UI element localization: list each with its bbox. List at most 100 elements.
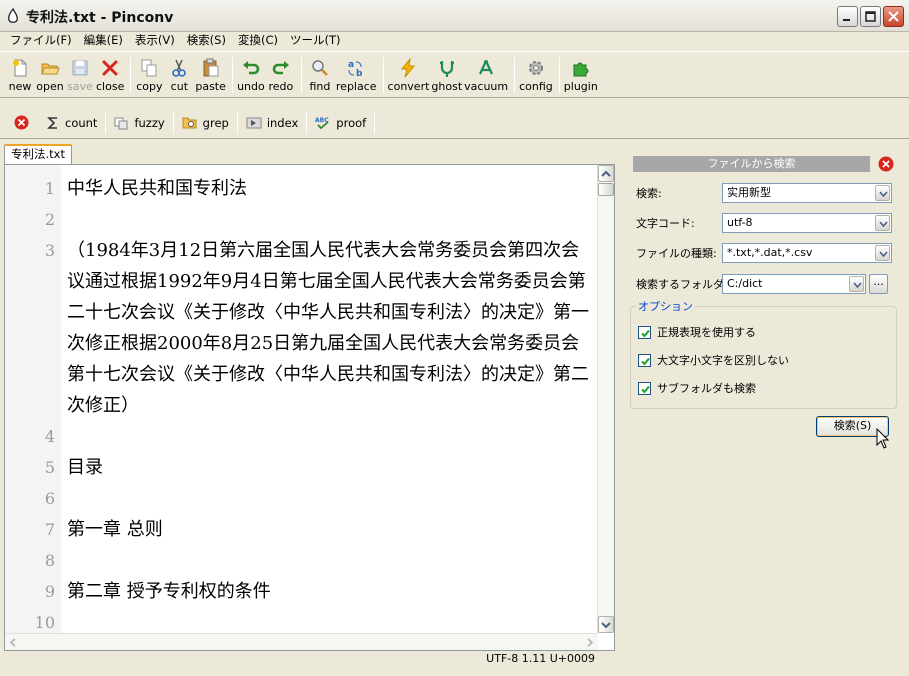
magnifier-icon xyxy=(312,60,328,76)
svg-text:b: b xyxy=(356,69,363,78)
line-text: 目录 xyxy=(67,457,103,478)
dropdown-button[interactable] xyxy=(849,276,864,292)
plugin-button[interactable]: plugin xyxy=(564,52,598,93)
line-number: 6 xyxy=(44,489,55,508)
vacuum-button[interactable]: vacuum xyxy=(464,52,508,93)
chevron-left-icon[interactable] xyxy=(8,637,18,648)
spellcheck-icon: ABC xyxy=(315,117,330,130)
editor-line: 2 xyxy=(5,204,600,235)
editor-line: 5 目录 xyxy=(5,452,600,483)
chevron-down-icon xyxy=(879,191,888,197)
config-button[interactable]: config xyxy=(519,52,553,93)
cut-button[interactable]: cut xyxy=(165,52,193,93)
encoding-label: 文字コード: xyxy=(636,217,695,230)
menu-search[interactable]: 検索(S) xyxy=(181,32,232,48)
paste-button[interactable]: paste xyxy=(195,52,226,93)
search-row: 検索: 实用新型 xyxy=(636,183,892,203)
copy-button[interactable]: copy xyxy=(135,52,163,93)
window-title: 专利法.txt - Pinconv xyxy=(26,10,174,26)
title-bar: 专利法.txt - Pinconv xyxy=(0,0,909,32)
chevron-down-icon xyxy=(879,221,888,227)
proof-button[interactable]: ABC proof xyxy=(309,115,372,130)
replace-button[interactable]: ab replace xyxy=(336,52,377,93)
undo-icon xyxy=(242,61,260,75)
encoding-combo[interactable]: utf-8 xyxy=(722,213,892,233)
folder-label: 検索するフォルダ: xyxy=(636,278,728,291)
index-button[interactable]: index xyxy=(240,116,304,130)
subfolder-checkbox-row[interactable]: サブフォルダも検索 xyxy=(638,380,756,396)
panel-close-icon[interactable] xyxy=(878,156,894,172)
filetype-label: ファイルの種類: xyxy=(636,247,717,260)
status-bar: UTF-8 1.11 U+0009 xyxy=(486,652,595,665)
options-legend: オプション xyxy=(636,298,695,314)
undo-button[interactable]: undo xyxy=(237,52,265,93)
case-checkbox-row[interactable]: 大文字小文字を区別しない xyxy=(638,352,789,368)
close-icon xyxy=(888,11,899,22)
gear-icon xyxy=(528,61,543,75)
line-number: 5 xyxy=(44,458,55,477)
chevron-up-icon xyxy=(601,170,611,177)
folder-combo[interactable]: C:/dict xyxy=(722,274,866,294)
ghost-button[interactable]: ghost xyxy=(431,52,462,93)
editor-line: 8 xyxy=(5,545,600,576)
toolbar-separator xyxy=(306,111,308,134)
subfolder-checkbox[interactable] xyxy=(638,381,651,395)
horizontal-scrollbar[interactable] xyxy=(5,633,598,650)
vertical-scrollbar[interactable] xyxy=(597,165,614,633)
text-editor[interactable]: 1 中华人民共和国专利法 2 3 （1984年3月12日第六届全国人民代表大会常务委员… xyxy=(4,164,615,651)
app-icon xyxy=(7,8,18,23)
scroll-down-button[interactable] xyxy=(598,616,614,633)
checkmark-icon xyxy=(641,385,650,393)
find-button[interactable]: find xyxy=(306,52,334,93)
line-text xyxy=(67,545,597,576)
fuzzy-icon xyxy=(114,117,128,130)
scroll-up-button[interactable] xyxy=(598,165,614,182)
save-button[interactable]: save xyxy=(66,52,94,93)
filetype-combo[interactable]: *.txt,*.dat,*.csv xyxy=(722,243,892,263)
panel-title: ファイルから検索 xyxy=(633,156,870,172)
fuzzy-button[interactable]: fuzzy xyxy=(108,115,170,130)
line-text: （1984年3月12日第六届全国人民代表大会常务委员会第四次会议通过根据1992… xyxy=(67,240,589,416)
maximize-button[interactable] xyxy=(860,6,881,27)
minimize-button[interactable] xyxy=(837,6,858,27)
chevron-right-icon[interactable] xyxy=(585,637,595,648)
chevron-down-icon xyxy=(879,251,888,257)
line-number: 1 xyxy=(44,179,55,198)
line-number: 9 xyxy=(44,582,55,601)
grep-button[interactable]: grep xyxy=(176,115,235,130)
browse-folder-button[interactable]: ... xyxy=(869,274,888,294)
redo-button[interactable]: redo xyxy=(267,52,295,93)
menu-view[interactable]: 表示(V) xyxy=(129,32,181,48)
tab-document[interactable]: 专利法.txt xyxy=(4,144,72,164)
menu-file[interactable]: ファイル(F) xyxy=(4,32,78,48)
ghost-icon xyxy=(439,61,454,77)
regex-checkbox-row[interactable]: 正規表現を使用する xyxy=(638,324,756,340)
lightning-icon xyxy=(401,58,416,78)
menu-convert[interactable]: 変換(C) xyxy=(232,32,284,48)
close-button[interactable]: close xyxy=(96,52,124,93)
count-button[interactable]: count xyxy=(40,116,103,130)
search-combo[interactable]: 实用新型 xyxy=(722,183,892,203)
convert-button[interactable]: convert xyxy=(388,52,429,93)
line-number: 3 xyxy=(44,241,55,260)
editor-line: 1 中华人民共和国专利法 xyxy=(5,173,600,204)
dropdown-button[interactable] xyxy=(875,245,890,261)
close-window-button[interactable] xyxy=(883,6,904,27)
regex-checkbox[interactable] xyxy=(638,325,651,339)
line-text: 中华人民共和国专利法 xyxy=(67,178,247,199)
open-button[interactable]: open xyxy=(36,52,64,93)
case-checkbox[interactable] xyxy=(638,353,651,367)
menu-tools[interactable]: ツール(T) xyxy=(284,32,347,48)
scissors-icon xyxy=(172,59,187,77)
stop-button[interactable] xyxy=(8,115,40,130)
dropdown-button[interactable] xyxy=(875,215,890,231)
close-x-icon xyxy=(102,60,118,76)
open-folder-icon xyxy=(41,63,60,75)
toolbar-separator xyxy=(558,57,560,93)
dropdown-button[interactable] xyxy=(875,185,890,201)
secondary-toolbar: count fuzzy grep index ABC proof xyxy=(0,107,909,139)
line-number: 8 xyxy=(44,551,55,570)
new-button[interactable]: new xyxy=(6,52,34,93)
scroll-thumb[interactable] xyxy=(598,183,614,196)
menu-edit[interactable]: 編集(E) xyxy=(78,32,129,48)
